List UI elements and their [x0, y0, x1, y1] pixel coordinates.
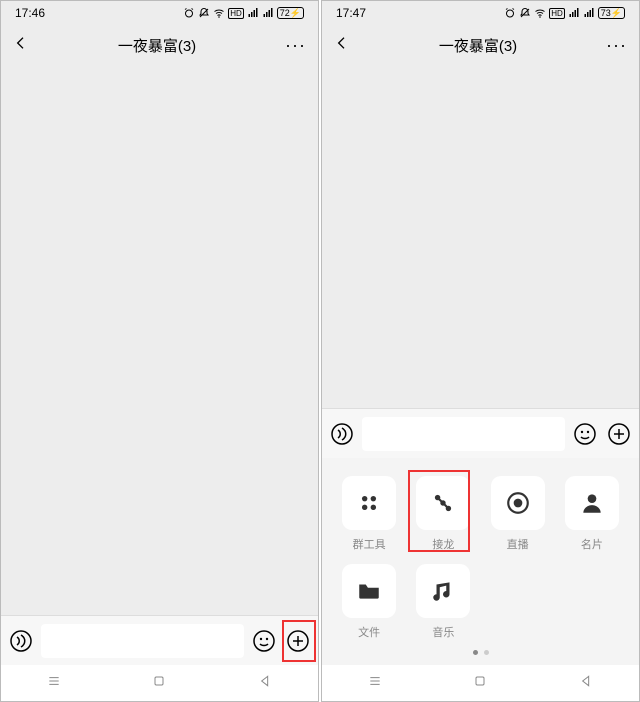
attach-label: 文件 — [358, 624, 380, 640]
record-icon — [491, 476, 545, 530]
status-bar: 17:47 HD 73⚡ — [322, 1, 639, 25]
voice-button[interactable] — [328, 420, 356, 448]
hd-icon: HD — [549, 8, 565, 19]
nav-back-button[interactable] — [257, 673, 273, 694]
nav-back-button[interactable] — [578, 673, 594, 694]
person-icon — [565, 476, 619, 530]
folder-icon — [342, 564, 396, 618]
plus-button[interactable] — [284, 627, 312, 655]
android-nav — [1, 665, 318, 701]
nav-home-button[interactable] — [151, 673, 167, 694]
nav-home-button[interactable] — [472, 673, 488, 694]
plus-button[interactable] — [605, 420, 633, 448]
status-bar: 17:46 HD 72⚡ — [1, 1, 318, 25]
signal-icon — [247, 7, 259, 19]
chat-title: 一夜暴富(3) — [118, 35, 196, 56]
status-icons: HD 72⚡ — [183, 7, 304, 19]
dnd-icon — [519, 7, 531, 19]
signal2-icon — [262, 7, 274, 19]
attachment-panel: 群工具 接龙 直播 名片 — [322, 458, 639, 665]
battery-icon: 72⚡ — [277, 7, 304, 19]
attach-chain[interactable]: 接龙 — [410, 476, 476, 552]
phone-screen-left: 17:46 HD 72⚡ 一夜暴富(3) ··· — [0, 0, 319, 702]
attach-group-tools[interactable]: 群工具 — [336, 476, 402, 552]
attachment-grid: 群工具 接龙 直播 名片 — [336, 476, 625, 640]
wifi-icon — [534, 7, 546, 19]
grid-dots-icon — [342, 476, 396, 530]
alarm-icon — [183, 7, 195, 19]
status-time: 17:46 — [15, 6, 45, 20]
nav-recents-button[interactable] — [367, 673, 383, 694]
status-time: 17:47 — [336, 6, 366, 20]
alarm-icon — [504, 7, 516, 19]
chat-body[interactable] — [322, 65, 639, 408]
attach-label: 接龙 — [432, 536, 454, 552]
dnd-icon — [198, 7, 210, 19]
page-indicator — [336, 640, 625, 659]
attach-file[interactable]: 文件 — [336, 564, 402, 640]
more-button[interactable]: ··· — [285, 35, 306, 56]
input-bar — [1, 615, 318, 665]
chain-icon — [416, 476, 470, 530]
hd-icon: HD — [228, 8, 244, 19]
attach-label: 名片 — [581, 536, 603, 552]
page-dot-icon — [484, 650, 489, 655]
music-icon — [416, 564, 470, 618]
android-nav — [322, 665, 639, 701]
title-bar: 一夜暴富(3) ··· — [1, 25, 318, 65]
input-bar — [322, 408, 639, 458]
back-button[interactable] — [334, 35, 350, 56]
attach-label: 直播 — [507, 536, 529, 552]
chat-title: 一夜暴富(3) — [439, 35, 517, 56]
attach-card[interactable]: 名片 — [559, 476, 625, 552]
attach-label: 音乐 — [432, 624, 454, 640]
attach-music[interactable]: 音乐 — [410, 564, 476, 640]
status-icons: HD 73⚡ — [504, 7, 625, 19]
phone-screen-right: 17:47 HD 73⚡ 一夜暴富(3) ··· — [321, 0, 640, 702]
more-button[interactable]: ··· — [606, 35, 627, 56]
nav-recents-button[interactable] — [46, 673, 62, 694]
message-input[interactable] — [41, 624, 244, 658]
battery-icon: 73⚡ — [598, 7, 625, 19]
emoji-button[interactable] — [250, 627, 278, 655]
emoji-button[interactable] — [571, 420, 599, 448]
chat-body[interactable] — [1, 65, 318, 615]
attach-live[interactable]: 直播 — [485, 476, 551, 552]
back-button[interactable] — [13, 35, 29, 56]
page-dot-icon — [473, 650, 478, 655]
voice-button[interactable] — [7, 627, 35, 655]
attach-label: 群工具 — [353, 536, 386, 552]
signal-icon — [568, 7, 580, 19]
wifi-icon — [213, 7, 225, 19]
message-input[interactable] — [362, 417, 565, 451]
title-bar: 一夜暴富(3) ··· — [322, 25, 639, 65]
signal2-icon — [583, 7, 595, 19]
